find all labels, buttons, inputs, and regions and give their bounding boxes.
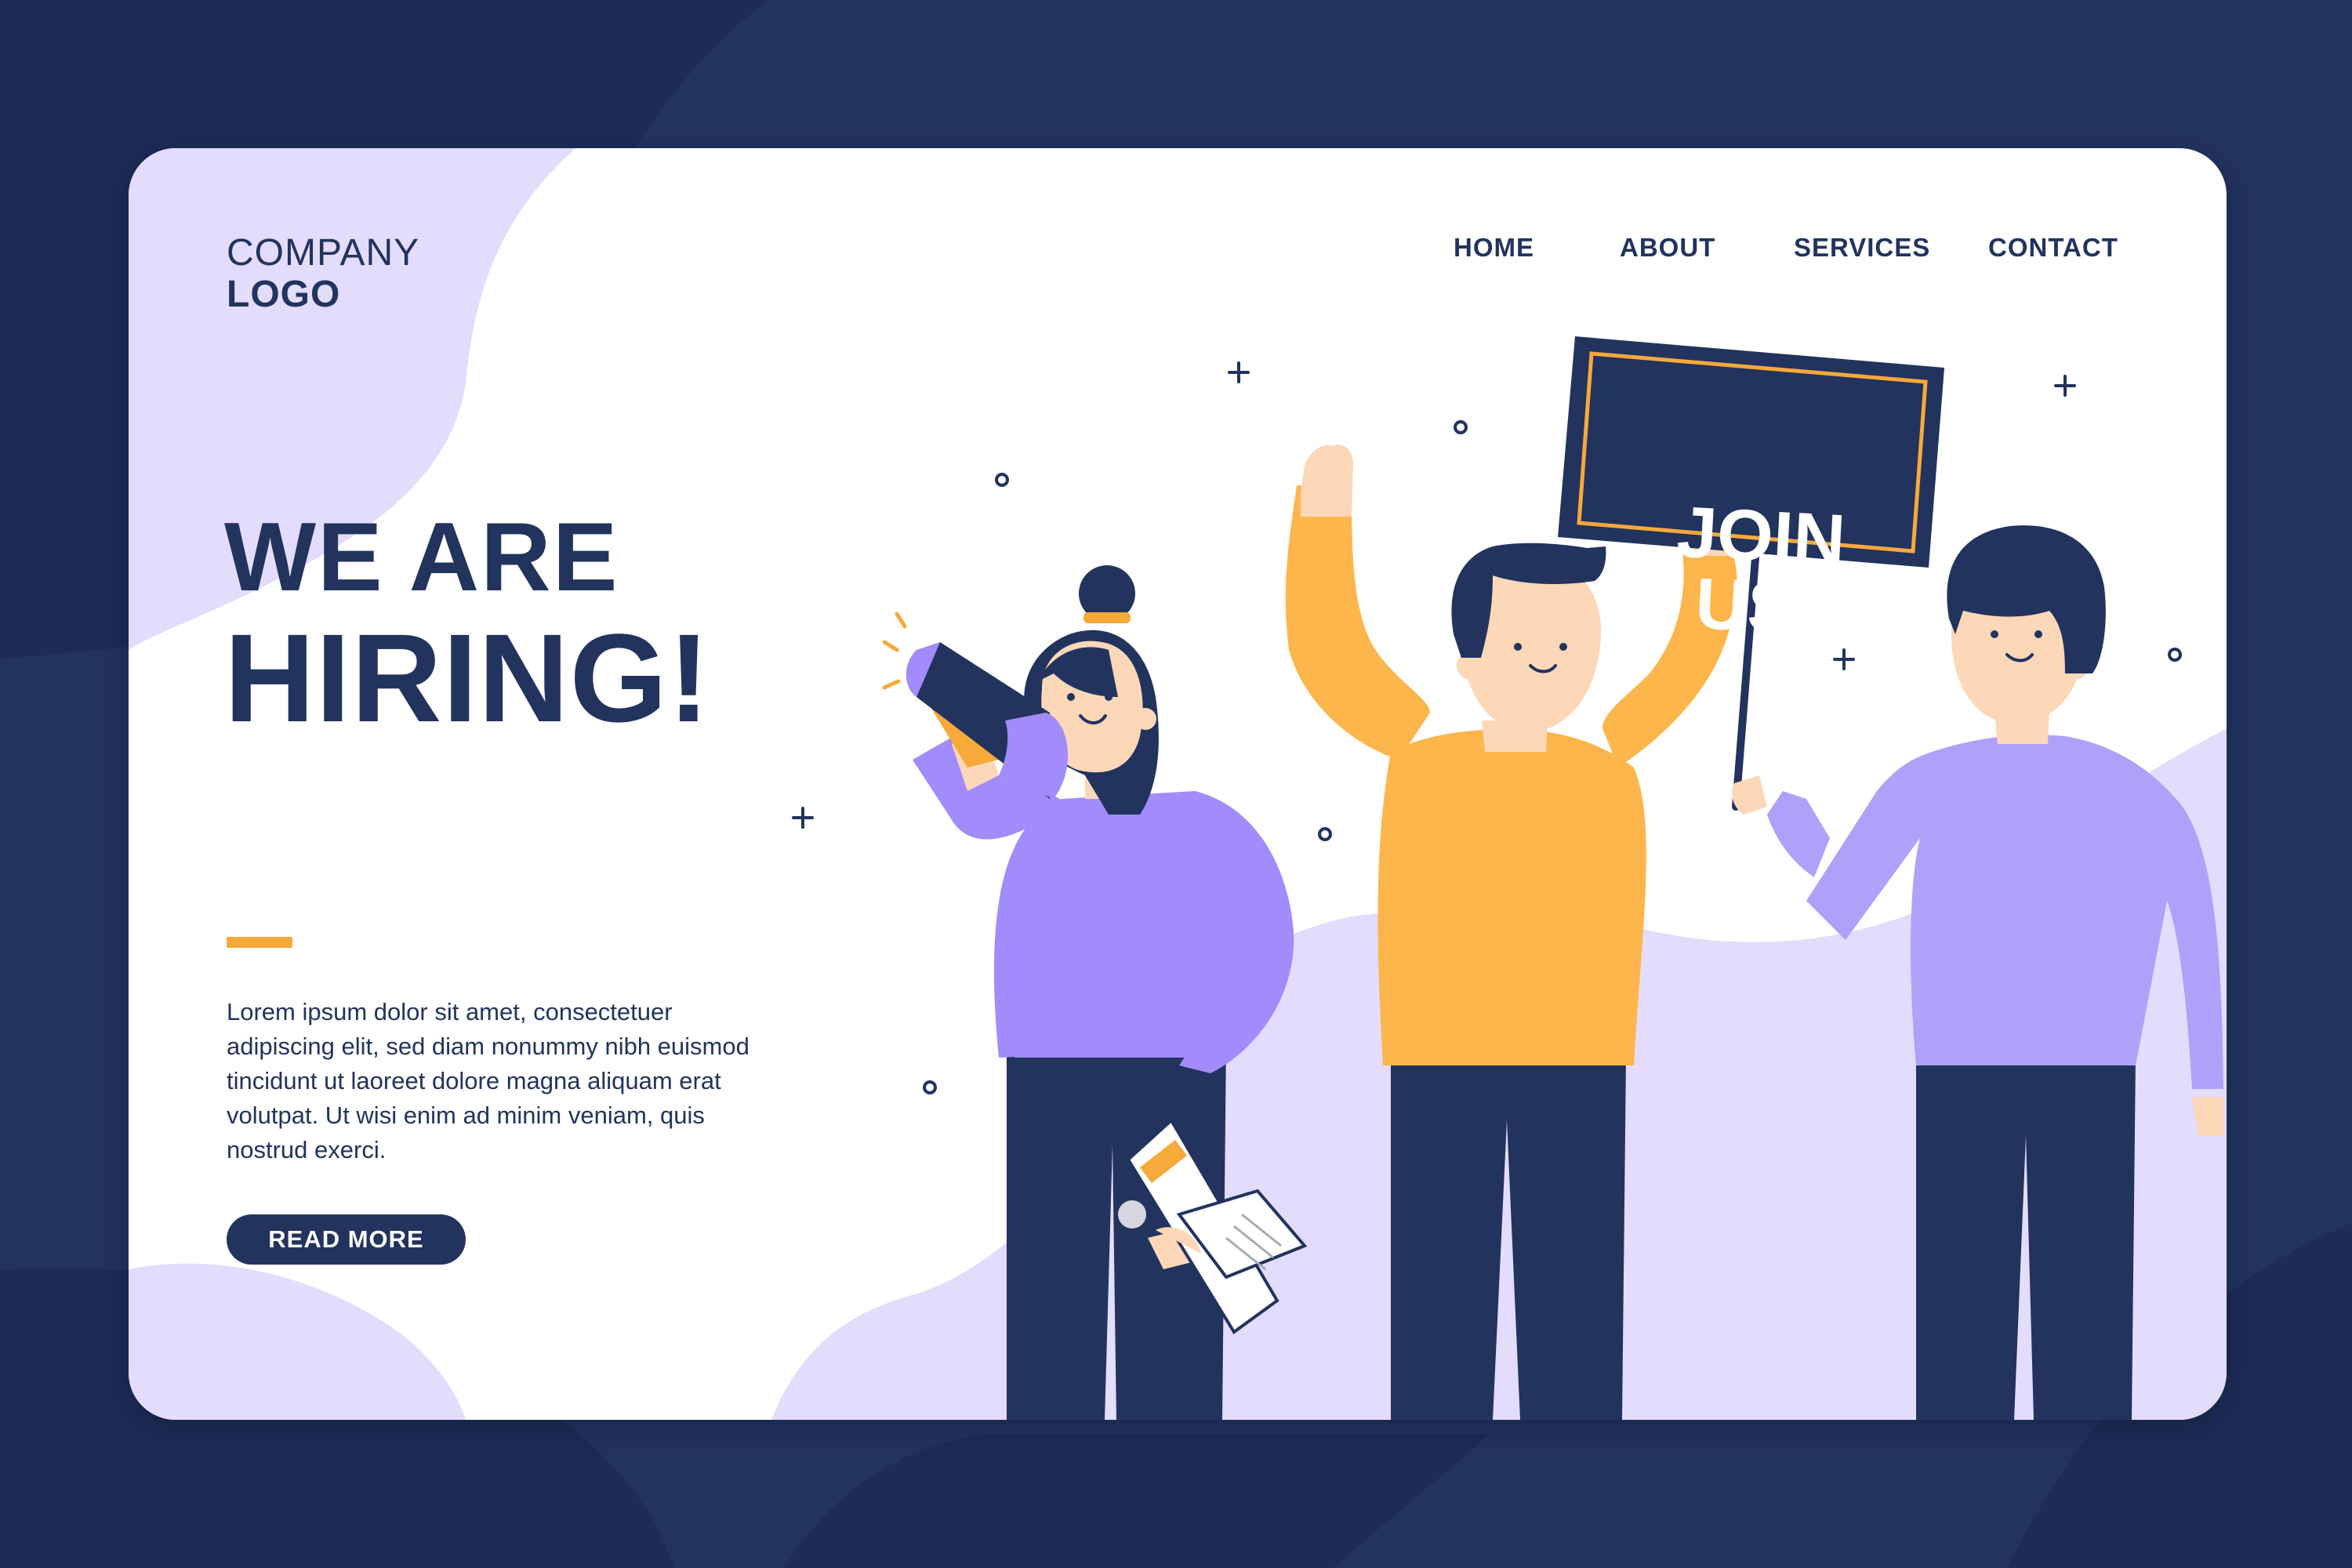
sparkle-circle-icon (1318, 827, 1332, 841)
sparkle-plus-icon (2054, 375, 2076, 397)
hiring-illustration (792, 336, 2223, 1420)
woman-with-megaphone (882, 565, 1308, 1420)
sparkle-circle-icon (923, 1080, 937, 1094)
sparkle-circle-icon (995, 473, 1009, 487)
sparkle-plus-icon (1833, 648, 1855, 670)
sparkle-plus-icon (1228, 361, 1250, 383)
join-us-sign-text: JOIN US! (1599, 492, 1920, 651)
sparkle-circle-icon (2168, 648, 2182, 662)
sparkle-plus-icon (792, 807, 814, 829)
landing-page-card: COMPANY LOGO HOME ABOUT SERVICES CONTACT… (129, 148, 2227, 1420)
sparkle-circle-icon (1454, 420, 1468, 434)
